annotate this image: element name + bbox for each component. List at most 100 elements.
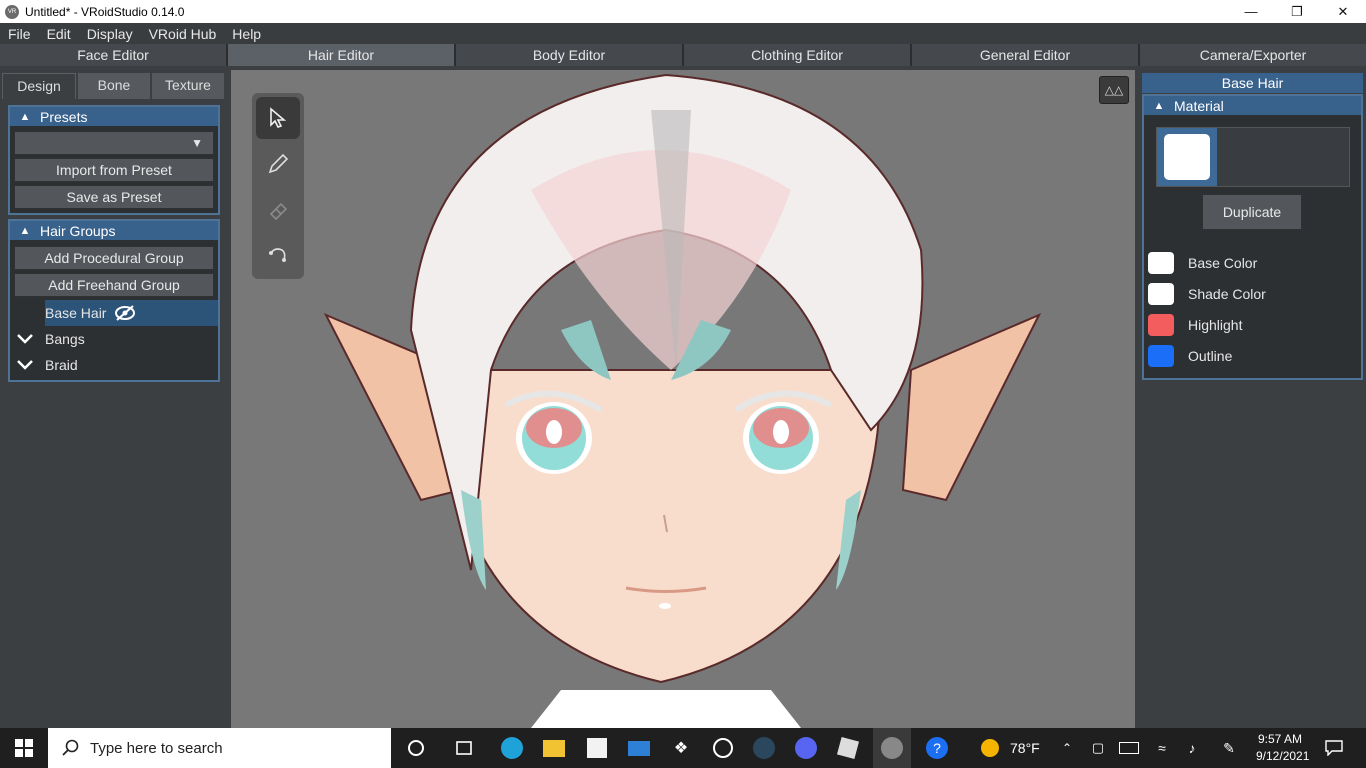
close-button[interactable]: ✕: [1320, 0, 1366, 23]
base-color-row[interactable]: Base Color: [1148, 251, 1257, 275]
lasso-tool[interactable]: [256, 235, 300, 277]
meet-now-icon[interactable]: ▢: [1086, 736, 1110, 760]
base-color-swatch[interactable]: [1148, 252, 1174, 274]
tab-bone[interactable]: Bone: [78, 73, 150, 99]
menu-display[interactable]: Display: [79, 26, 141, 42]
add-freehand-group-button[interactable]: Add Freehand Group: [14, 273, 214, 297]
mirror-toggle-button[interactable]: △△: [1099, 76, 1129, 104]
battery-icon[interactable]: [1117, 736, 1141, 760]
roblox-icon[interactable]: [836, 736, 860, 760]
highlight-row[interactable]: Highlight: [1148, 313, 1242, 337]
search-icon: [62, 739, 80, 757]
material-thumbnail[interactable]: [1157, 128, 1217, 186]
clock-date[interactable]: 9/12/2021: [1256, 749, 1309, 763]
tab-face-editor[interactable]: Face Editor: [0, 44, 228, 66]
chevron-up-icon[interactable]: ⌃: [1055, 736, 1079, 760]
vroid-icon: VR: [5, 4, 19, 19]
weather-temp[interactable]: 78°F: [1010, 740, 1040, 756]
right-panel: Base Hair ▲ Material Duplicate Base Colo…: [1138, 70, 1366, 728]
tab-camera-exporter[interactable]: Camera/Exporter: [1140, 44, 1366, 66]
help-icon[interactable]: ?: [925, 736, 949, 760]
presets-panel: ▲ Presets ▼ Import from Preset Save as P…: [8, 105, 220, 215]
file-explorer-icon[interactable]: [542, 736, 566, 760]
hair-group-label: Base Hair: [45, 305, 107, 321]
mirror-icon: △△: [1104, 83, 1124, 97]
presets-header-label: Presets: [40, 108, 88, 125]
hair-groups-panel: ▲ Hair Groups Add Procedural Group Add F…: [8, 219, 220, 382]
chevron-down-icon: ▼: [191, 136, 203, 150]
edge-icon[interactable]: [500, 736, 524, 760]
3d-viewport[interactable]: △△: [231, 70, 1135, 728]
chevron-up-icon: ▲: [1153, 99, 1165, 112]
tab-body-editor[interactable]: Body Editor: [456, 44, 684, 66]
tab-hair-editor[interactable]: Hair Editor: [228, 44, 456, 66]
clock-time[interactable]: 9:57 AM: [1258, 732, 1302, 746]
notification-icon[interactable]: [1322, 736, 1346, 760]
menu-edit[interactable]: Edit: [39, 26, 79, 42]
steam-icon[interactable]: [752, 736, 776, 760]
outline-row[interactable]: Outline: [1148, 344, 1232, 368]
tab-clothing-editor[interactable]: Clothing Editor: [684, 44, 912, 66]
preset-dropdown[interactable]: ▼: [14, 131, 214, 155]
minimize-button[interactable]: —: [1228, 0, 1274, 23]
material-header[interactable]: ▲ Material: [1144, 96, 1361, 115]
import-from-preset-button[interactable]: Import from Preset: [14, 158, 214, 182]
shade-color-label: Shade Color: [1188, 286, 1266, 302]
window-title: Untitled* - VRoidStudio 0.14.0: [25, 4, 185, 19]
windows-start-icon[interactable]: [12, 736, 36, 760]
wifi-icon[interactable]: ≈: [1150, 736, 1174, 760]
menu-vroid-hub[interactable]: VRoid Hub: [141, 26, 225, 42]
menu-file[interactable]: File: [0, 26, 39, 42]
task-view-icon[interactable]: [452, 736, 476, 760]
outline-label: Outline: [1188, 348, 1233, 364]
volume-icon[interactable]: ♪: [1180, 736, 1204, 760]
dropbox-icon[interactable]: ❖: [669, 736, 693, 760]
highlight-label: Highlight: [1188, 317, 1243, 333]
chevron-up-icon: ▲: [19, 110, 31, 123]
tab-design[interactable]: Design: [2, 73, 76, 99]
mail-icon[interactable]: [627, 736, 651, 760]
menu-help[interactable]: Help: [224, 26, 269, 42]
hair-group-bangs[interactable]: Bangs: [10, 326, 218, 352]
weather-icon[interactable]: [978, 736, 1002, 760]
save-as-preset-button[interactable]: Save as Preset: [14, 185, 214, 209]
tool-palette: [252, 93, 304, 279]
left-panel: Design Bone Texture ▲ Presets ▼ Import f…: [0, 70, 228, 728]
discord-icon[interactable]: [794, 736, 818, 760]
chevron-up-icon: ▲: [19, 224, 31, 237]
select-tool[interactable]: [256, 97, 300, 139]
material-swatch: [1164, 134, 1210, 180]
outline-swatch[interactable]: [1148, 345, 1174, 367]
duplicate-button[interactable]: Duplicate: [1202, 194, 1302, 230]
eraser-tool[interactable]: [256, 189, 300, 231]
taskbar-search[interactable]: Type here to search: [48, 728, 391, 768]
hair-group-label: Bangs: [45, 331, 85, 347]
tab-texture[interactable]: Texture: [152, 73, 224, 99]
sub-tabs: Design Bone Texture: [2, 73, 226, 99]
pen-tool[interactable]: [256, 143, 300, 185]
restore-button[interactable]: ❐: [1274, 0, 1320, 23]
store-icon[interactable]: [585, 736, 609, 760]
pencil-icon: [268, 153, 289, 174]
highlight-swatch[interactable]: [1148, 314, 1174, 336]
chevron-down-icon[interactable]: [10, 360, 40, 370]
hair-groups-header-label: Hair Groups: [40, 222, 116, 239]
add-procedural-group-button[interactable]: Add Procedural Group: [14, 246, 214, 270]
unity-icon[interactable]: [711, 736, 735, 760]
panel-title: Base Hair: [1142, 73, 1363, 93]
pen-workspace-icon[interactable]: ✎: [1217, 736, 1241, 760]
shade-color-swatch[interactable]: [1148, 283, 1174, 305]
vroid-studio-taskbar-icon[interactable]: [873, 728, 911, 768]
hair-group-label: Braid: [45, 357, 78, 373]
presets-header[interactable]: ▲ Presets: [10, 107, 218, 126]
hair-groups-header[interactable]: ▲ Hair Groups: [10, 221, 218, 240]
chevron-down-icon[interactable]: [10, 334, 40, 344]
material-panel: ▲ Material Duplicate Base Color Shade Co…: [1142, 94, 1363, 380]
shade-color-row[interactable]: Shade Color: [1148, 282, 1266, 306]
hair-group-braid[interactable]: Braid: [10, 352, 218, 378]
visibility-off-icon[interactable]: [114, 304, 136, 322]
cortana-icon[interactable]: [404, 736, 428, 760]
eraser-icon: [269, 202, 288, 221]
tab-general-editor[interactable]: General Editor: [912, 44, 1140, 66]
hair-group-base-hair[interactable]: Base Hair: [45, 300, 218, 326]
